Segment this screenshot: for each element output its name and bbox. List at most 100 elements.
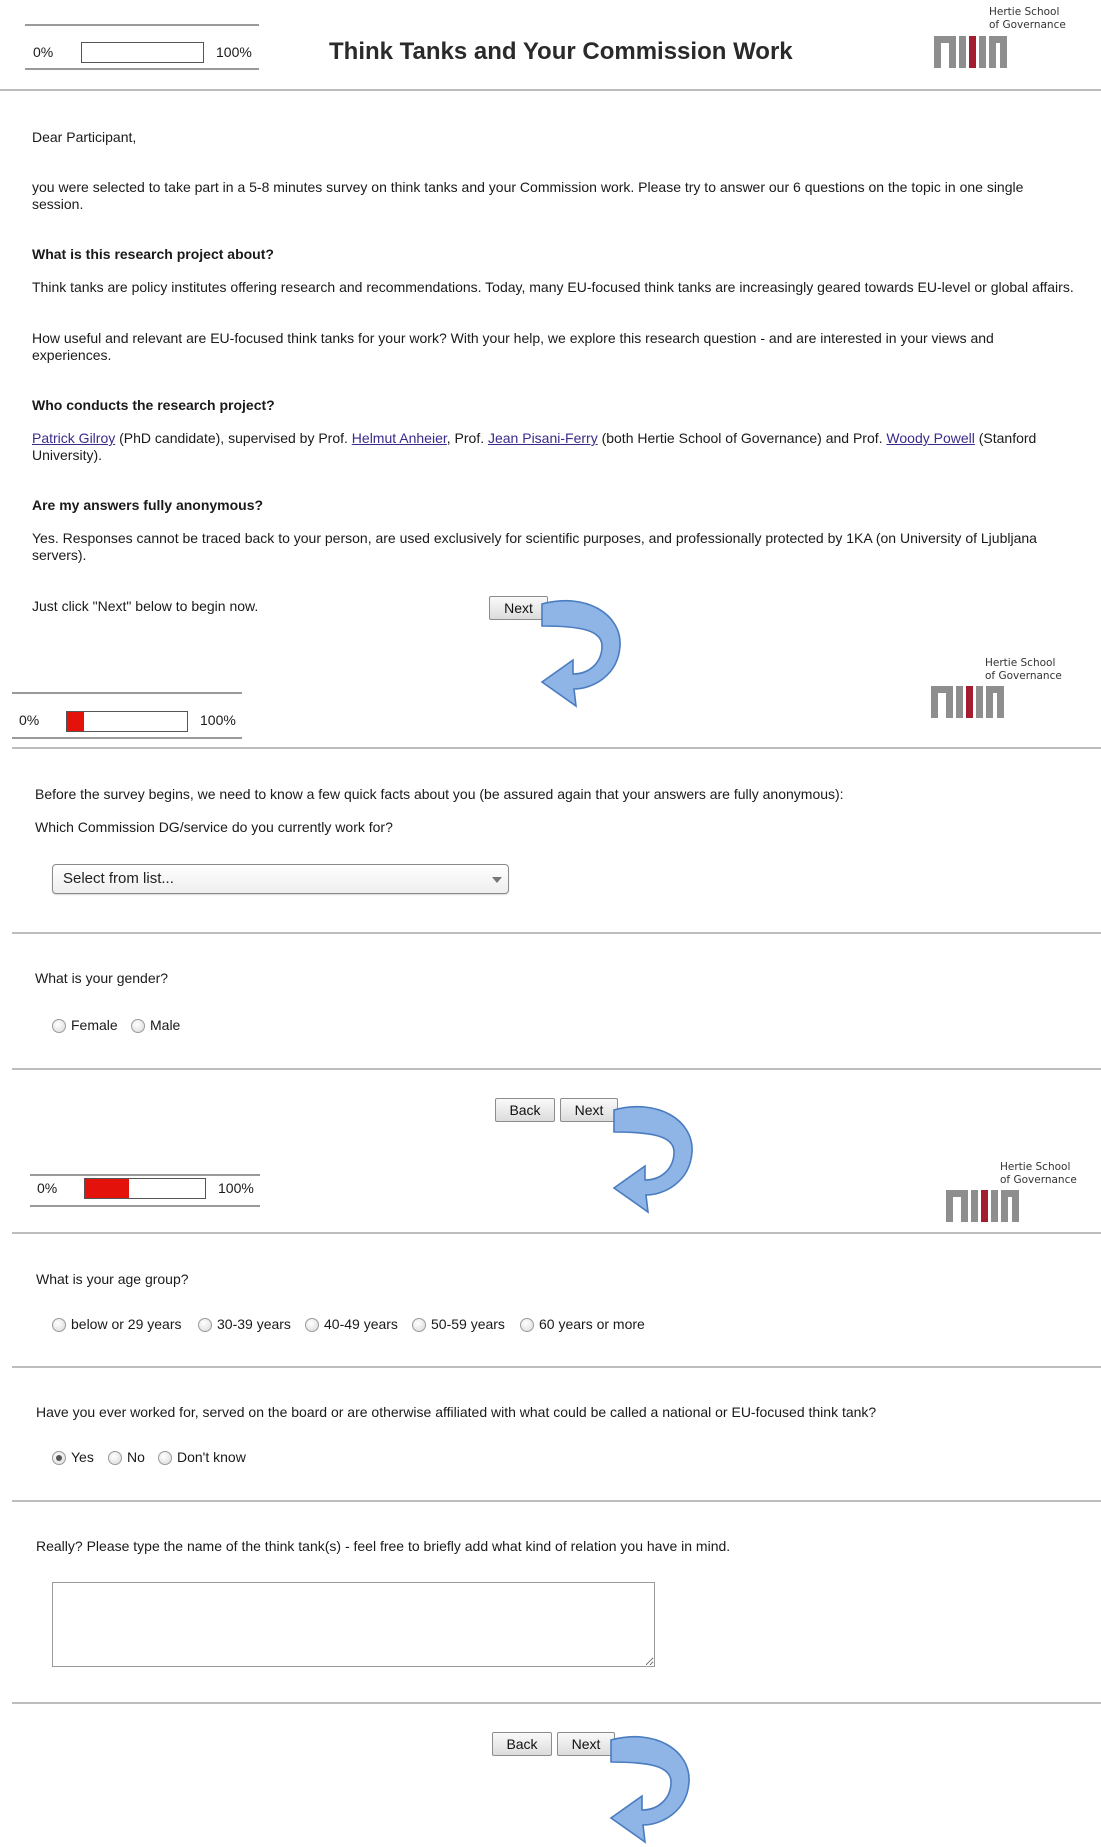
option-label: Female	[71, 1017, 118, 1033]
curved-arrow-icon	[609, 1735, 690, 1844]
begin-instruction: Just click "Next" below to begin now.	[32, 598, 259, 614]
logo-line-2: of Governance	[989, 19, 1066, 31]
logo-text: Hertie School of Governance	[989, 6, 1066, 32]
logo-bar-top	[946, 1190, 968, 1222]
radio-button[interactable]	[52, 1317, 66, 1332]
logo-bar	[966, 686, 973, 718]
logo-bar	[981, 1190, 988, 1222]
question-divider	[12, 1702, 1101, 1704]
radio-option-age-29[interactable]: below or 29 years	[52, 1316, 182, 1333]
radio-button[interactable]	[52, 1018, 66, 1033]
progress-min-label: 0%	[37, 1180, 58, 1196]
radio-button[interactable]	[158, 1450, 172, 1465]
option-label: Yes	[71, 1449, 94, 1465]
radio-option-yes[interactable]: Yes	[52, 1449, 94, 1466]
progress-bar	[84, 1178, 206, 1199]
link-helmut-anheier[interactable]: Helmut Anheier	[352, 430, 447, 446]
next-button[interactable]: Next	[560, 1098, 618, 1122]
question-age: What is your age group?	[36, 1271, 189, 1287]
question-divider	[12, 1500, 1101, 1502]
logo-bar-top	[931, 686, 953, 718]
progress-bar	[81, 42, 204, 63]
back-button[interactable]: Back	[495, 1098, 555, 1122]
progress-bar-fill	[67, 712, 84, 731]
link-woody-powell[interactable]: Woody Powell	[886, 430, 974, 446]
radio-button[interactable]	[52, 1450, 66, 1465]
radio-button[interactable]	[108, 1450, 122, 1465]
option-label: 60 years or more	[539, 1316, 645, 1332]
question-divider	[12, 1068, 1101, 1070]
question-divider	[12, 932, 1101, 934]
logo-line-2: of Governance	[985, 670, 1062, 682]
progress-max-label: 100%	[200, 712, 236, 728]
header-divider	[12, 1232, 1101, 1234]
back-button[interactable]: Back	[492, 1732, 552, 1756]
logo-bar-top	[934, 36, 956, 68]
progress-min-label: 0%	[33, 44, 54, 60]
header-divider	[0, 89, 1101, 91]
header-divider	[12, 747, 1101, 749]
radio-button[interactable]	[520, 1317, 534, 1332]
arrow-shape	[612, 1105, 693, 1214]
logo-bar	[956, 686, 963, 718]
page-title: Think Tanks and Your Commission Work	[329, 38, 793, 65]
logo-text: Hertie School of Governance	[1000, 1161, 1077, 1187]
option-label: 50-59 years	[431, 1316, 505, 1332]
question-dg: Which Commission DG/service do you curre…	[35, 819, 393, 835]
intro-text: Before the survey begins, we need to kno…	[35, 786, 844, 802]
radio-option-age-60-plus[interactable]: 60 years or more	[520, 1316, 645, 1333]
progress-top-rule	[12, 692, 242, 694]
progress-bottom-rule	[25, 68, 259, 70]
intro-text: you were selected to take part in a 5-8 …	[32, 179, 1024, 212]
logo-bar-top	[1001, 1190, 1019, 1222]
section-heading-about: What is this research project about?	[32, 246, 274, 262]
section-heading-who: Who conducts the research project?	[32, 397, 275, 413]
radio-option-age-30-39[interactable]: 30-39 years	[198, 1316, 291, 1333]
logo-line-1: Hertie School	[989, 6, 1060, 18]
radio-button[interactable]	[198, 1317, 212, 1332]
think-tank-name-textarea[interactable]	[52, 1582, 655, 1667]
arrow-shape	[540, 599, 621, 708]
logo-text: Hertie School of Governance	[985, 657, 1062, 683]
logo-line-1: Hertie School	[1000, 1161, 1071, 1173]
chevron-down-icon	[492, 877, 502, 883]
greeting: Dear Participant,	[32, 129, 137, 145]
next-button[interactable]: Next	[557, 1732, 615, 1756]
progress-min-label: 0%	[19, 712, 40, 728]
radio-option-dont-know[interactable]: Don't know	[158, 1449, 246, 1466]
option-label: Don't know	[177, 1449, 246, 1465]
progress-bottom-rule	[12, 737, 242, 739]
link-jean-pisani-ferry[interactable]: Jean Pisani-Ferry	[488, 430, 598, 446]
option-label: below or 29 years	[71, 1316, 182, 1332]
logo-bar	[971, 1190, 978, 1222]
question-gender: What is your gender?	[35, 970, 169, 986]
progress-max-label: 100%	[216, 44, 252, 60]
progress-top-rule	[25, 24, 259, 26]
logo-bar	[979, 36, 986, 68]
curved-arrow-icon	[612, 1105, 693, 1214]
radio-button[interactable]	[131, 1018, 145, 1033]
option-label: No	[127, 1449, 145, 1465]
radio-option-age-50-59[interactable]: 50-59 years	[412, 1316, 505, 1333]
who-text-1: (PhD candidate), supervised by Prof.	[115, 430, 352, 446]
dg-select[interactable]: Select from list...	[52, 864, 509, 894]
link-patrick-gilroy[interactable]: Patrick Gilroy	[32, 430, 115, 446]
radio-option-no[interactable]: No	[108, 1449, 145, 1466]
question-affiliation: Have you ever worked for, served on the …	[36, 1404, 877, 1420]
progress-bar	[66, 711, 188, 732]
option-label: Male	[150, 1017, 181, 1033]
radio-button[interactable]	[305, 1317, 319, 1332]
arrow-shape	[609, 1735, 690, 1844]
logo-bar	[969, 36, 976, 68]
section-heading-anonymous: Are my answers fully anonymous?	[32, 497, 264, 513]
logo-bar	[991, 1190, 998, 1222]
who-paragraph: Patrick Gilroy (PhD candidate), supervis…	[32, 430, 1087, 464]
radio-option-age-40-49[interactable]: 40-49 years	[305, 1316, 398, 1333]
radio-option-female[interactable]: Female	[52, 1017, 118, 1034]
question-divider	[12, 1366, 1101, 1368]
radio-button[interactable]	[412, 1317, 426, 1332]
who-text-2: , Prof.	[446, 430, 488, 446]
option-label: 30-39 years	[217, 1316, 291, 1332]
radio-option-male[interactable]: Male	[131, 1017, 180, 1034]
logo-bar-top	[986, 686, 1004, 718]
